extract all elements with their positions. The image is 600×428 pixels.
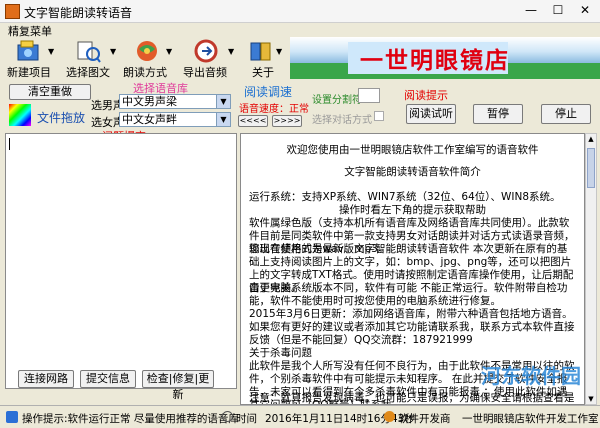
developer-label: 软件开发商 [398, 413, 451, 425]
chevron-down-icon[interactable]: ▼ [166, 47, 172, 56]
file-drag-label: 文件拖放 [37, 111, 86, 125]
reading-mode-button[interactable]: 朗读方式 ▼ [120, 37, 174, 81]
split-label: 设置分割符 [312, 95, 362, 106]
export-audio-button[interactable]: 导出音频 ▼ [178, 37, 236, 81]
content-textarea[interactable]: 欢迎您使用由一世明眼镜店软件工作室编写的语音软件 文字智能朗读转语音软件简介 运… [240, 133, 585, 405]
about-icon [250, 42, 271, 61]
color-icon[interactable] [9, 104, 31, 126]
banner-text: 一世明眼镜店 [360, 47, 510, 74]
watermark-text: 河东软件园 [481, 364, 581, 388]
pause-button[interactable]: 暂停 [473, 104, 523, 124]
content-line: 注意：就算报告发现病毒，也可能只是误报，为确保安全请根据查看是否自行判断 [249, 392, 575, 404]
time-label: 时间 [236, 413, 257, 425]
question-textarea[interactable] [5, 133, 237, 389]
female-voice-select[interactable]: 中文女声畔 ▼ [119, 112, 231, 127]
dialog-mode-label: 选择对话方式 [312, 115, 372, 126]
chevron-down-icon[interactable]: ▼ [216, 113, 230, 126]
speed-title: 阅读调速 [244, 85, 293, 99]
new-project-button[interactable]: 新建项目 ▼ [0, 37, 56, 81]
hint-title: 阅读提示 [404, 89, 448, 102]
clear-button[interactable]: 清空重做 [9, 84, 91, 100]
menu-bar: 精复菜单 [0, 23, 600, 38]
developer-value: 一世明眼镜店软件开发工作室 [462, 413, 599, 425]
title-bar: 文字智能朗读转语音 — ☐ ✕ [0, 0, 600, 23]
new-project-icon [17, 40, 39, 61]
content-line: 运行系统：支持XP系统、WIN7系统（32位、64位）、WIN8系统。 [249, 191, 561, 203]
export-audio-label: 导出音频 [183, 66, 227, 79]
content-line: 操作时看左下角的提示获取帮助 [339, 204, 486, 216]
content-scrollbar[interactable]: ▲ ▼ [585, 133, 597, 405]
content-line: 2015年3月6日更新：添加网络语音库，附带六种语音包括地方语音。 [249, 308, 573, 320]
male-voice-select[interactable]: 中文男声梁 ▼ [119, 94, 231, 109]
export-audio-icon [194, 39, 218, 63]
app-icon [5, 4, 20, 19]
minimize-button[interactable]: — [518, 2, 544, 20]
status-bar: 操作提示:软件运行正常 尽量使用推荐的语音库 时间 2016年1月11日14时1… [0, 405, 600, 428]
text-cursor [9, 138, 10, 150]
banner: 一世明眼镜店 [290, 37, 600, 79]
dialog-mode-checkbox[interactable] [374, 111, 384, 121]
chevron-down-icon[interactable]: ▼ [216, 95, 230, 108]
chevron-down-icon[interactable]: ▼ [228, 47, 234, 56]
content-line: 文字智能朗读转语音软件简介 [344, 166, 481, 178]
content-line: 欢迎您使用由一世明眼镜店软件工作室编写的语音软件 [286, 144, 539, 156]
maximize-button[interactable]: ☐ [545, 2, 571, 20]
audition-button[interactable]: 阅读试听 [406, 104, 456, 124]
toolbar: 新建项目 ▼ 选择图文 ▼ 朗读方式 ▼ 导出音频 ▼ 关于 ▼ [0, 37, 285, 81]
about-button[interactable]: 关于 ▼ [240, 37, 284, 81]
select-image-text-icon [77, 41, 101, 63]
developer-icon [384, 411, 395, 422]
content-line: 由于电脑系统版本不同，软件有可能 不能正常运行。软件附带自检功能，软件不能使用时… [249, 282, 568, 307]
stop-button[interactable]: 停止 [541, 104, 591, 124]
faster-button[interactable]: >>>> [272, 115, 302, 127]
connect-network-button[interactable]: 连接网路 [18, 370, 74, 388]
reading-mode-icon [137, 41, 157, 61]
reading-mode-label: 朗读方式 [123, 66, 167, 79]
new-project-label: 新建项目 [7, 66, 51, 79]
operation-hint: 操作提示:软件运行正常 尽量使用推荐的语音库 [22, 413, 239, 425]
slower-button[interactable]: <<<< [238, 115, 268, 127]
clock-icon [222, 411, 233, 422]
window-title: 文字智能朗读转语音 [24, 6, 133, 20]
speed-label: 语音速度：正常 [239, 104, 309, 115]
about-label: 关于 [252, 66, 274, 79]
submit-info-button[interactable]: 提交信息 [80, 370, 136, 388]
check-update-button[interactable]: 检查|修复|更新 [142, 370, 214, 401]
control-panel: 清空重做 文件拖放 选择语音库 选男声 中文男声梁 ▼ 选女声 中文女声畔 ▼ 阅读… [5, 82, 595, 132]
content-line: 如果您有更好的建议或者添加其它功能请联系我，联系方式本软件直接反馈（但是不能回复… [249, 321, 575, 346]
split-input[interactable] [358, 88, 380, 103]
content-line: 关于杀毒问题 [249, 347, 312, 359]
chevron-down-icon[interactable]: ▼ [48, 47, 54, 56]
chevron-down-icon[interactable]: ▼ [276, 47, 282, 56]
scroll-up-icon[interactable]: ▲ [586, 134, 596, 144]
info-icon [6, 411, 18, 423]
scroll-thumb[interactable] [587, 148, 595, 188]
select-image-text-label: 选择图文 [66, 66, 110, 79]
chevron-down-icon[interactable]: ▼ [110, 47, 116, 56]
close-button[interactable]: ✕ [572, 2, 598, 20]
select-image-text-button[interactable]: 选择图文 ▼ [60, 37, 118, 81]
scroll-down-icon[interactable]: ▼ [586, 394, 596, 404]
